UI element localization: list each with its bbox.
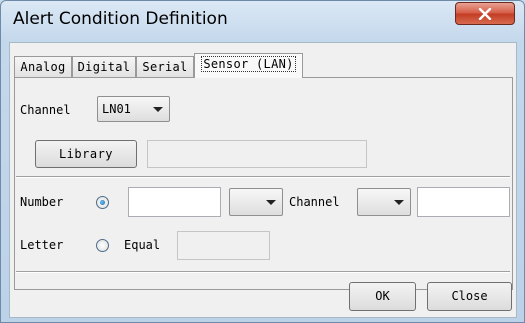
- letter-label: Letter: [20, 238, 64, 252]
- tab-serial[interactable]: Serial: [136, 56, 194, 77]
- equal-label: Equal: [124, 238, 161, 252]
- number-operator-select[interactable]: [229, 188, 283, 216]
- chevron-down-icon: [394, 200, 404, 205]
- close-button[interactable]: Close: [427, 282, 512, 311]
- tab-sensor-lan[interactable]: Sensor (LAN): [194, 53, 303, 78]
- letter-radio[interactable]: [96, 239, 109, 252]
- library-field: [147, 140, 367, 168]
- number-label: Number: [20, 195, 64, 209]
- channel-select-value: LN01: [102, 102, 131, 116]
- tab-sensor-lan-label: Sensor (LAN): [201, 56, 296, 72]
- library-button[interactable]: Library: [35, 140, 137, 168]
- letter-equal-input: [177, 231, 270, 260]
- section-divider: [16, 176, 510, 178]
- tab-analog-label: Analog: [20, 60, 66, 74]
- number-channel-select[interactable]: [357, 188, 411, 216]
- tab-analog[interactable]: Analog: [14, 56, 72, 77]
- number-channel-label: Channel: [289, 195, 340, 209]
- ok-button[interactable]: OK: [349, 282, 416, 311]
- window-title: Alert Condition Definition: [13, 9, 228, 29]
- section-divider-bottom: [16, 271, 510, 273]
- tab-serial-label: Serial: [142, 60, 188, 74]
- tab-digital[interactable]: Digital: [72, 56, 136, 77]
- title-bar[interactable]: Alert Condition Definition: [1, 1, 524, 41]
- compare-value-input[interactable]: [417, 187, 510, 217]
- chevron-down-icon: [153, 107, 163, 112]
- channel-select[interactable]: LN01: [97, 96, 170, 122]
- window-close-button[interactable]: [455, 2, 515, 25]
- number-radio[interactable]: [96, 196, 109, 209]
- chevron-down-icon: [266, 200, 276, 205]
- close-icon: [478, 8, 492, 20]
- tab-digital-label: Digital: [77, 60, 131, 74]
- channel-label: Channel: [20, 103, 71, 117]
- number-value-input[interactable]: [128, 187, 221, 217]
